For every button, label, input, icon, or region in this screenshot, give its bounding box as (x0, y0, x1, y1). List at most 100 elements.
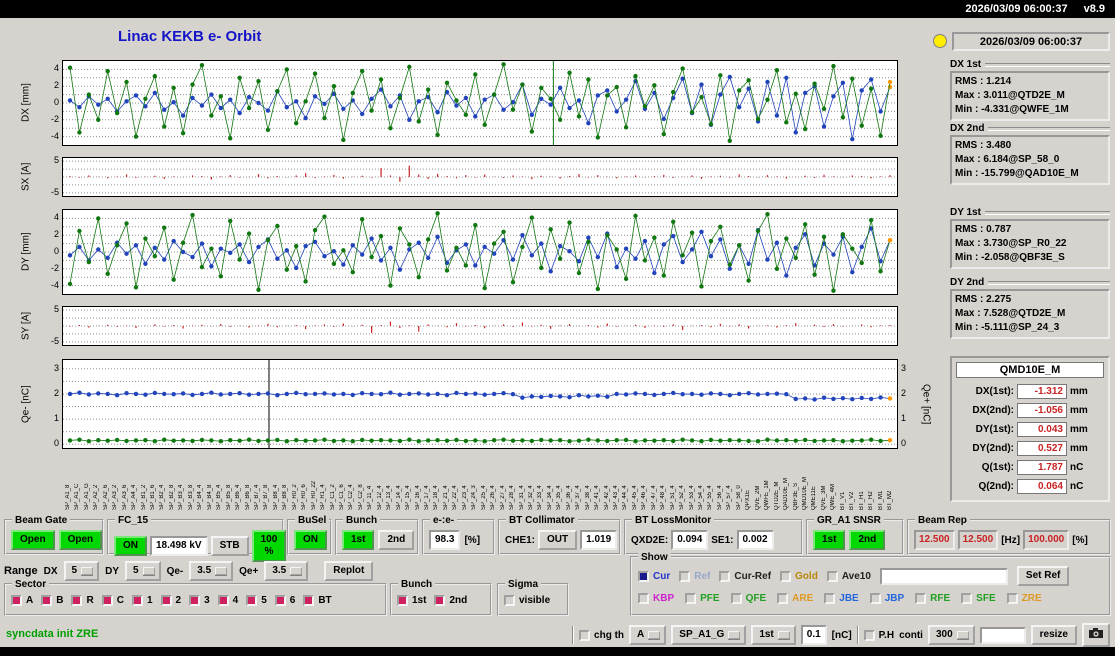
ph-checkbox[interactable]: P.H (863, 629, 894, 641)
dropdown-indicator-icon (777, 631, 790, 639)
monitor-label: DX(1st): (975, 386, 1014, 397)
threshold-group-select[interactable]: A (629, 625, 667, 645)
show-cur-ref-checkbox[interactable]: Cur-Ref (719, 570, 771, 582)
sector-checkbox-a[interactable]: A (11, 595, 33, 606)
sector-checkbox-4[interactable]: 4 (217, 595, 238, 606)
monitor-value: 0.043 (1017, 422, 1067, 437)
range-dx-label: DX (43, 565, 58, 577)
sy-axis-label: SY [A] (20, 311, 32, 341)
stat-title: DX 2nd (950, 123, 985, 134)
show-are-checkbox[interactable]: ARE (777, 593, 813, 604)
show-ave10-checkbox[interactable]: Ave10 (826, 570, 871, 582)
show-zre-checkbox[interactable]: ZRE (1006, 593, 1042, 604)
checkbox-square (1006, 593, 1018, 604)
fc15-stb-button[interactable]: STB (210, 536, 249, 556)
heartbeat-indicator (933, 34, 947, 48)
sigma-visible-checkbox[interactable]: visible (504, 595, 550, 606)
ee-ratio-display: 98.3 (429, 530, 461, 550)
range-dy-select[interactable]: 5 (125, 561, 161, 581)
bt-collimator-title: BT Collimator (506, 514, 578, 527)
set-ref-button[interactable]: Set Ref (1016, 566, 1070, 586)
x-tick-label: SP_C2_4 (348, 484, 355, 510)
sector-checkbox-6[interactable]: 6 (274, 595, 295, 606)
bunch-select[interactable]: 1st (751, 625, 796, 645)
top-bar: 2026/03/09 06:00:37 v8.9 (0, 0, 1115, 18)
x-tick-label: SP_23_4 (461, 485, 468, 510)
x-tick-label: SP_R0_6 (301, 484, 308, 510)
x-tick-label: SP_44_4 (622, 485, 629, 510)
show-sfe-checkbox[interactable]: SFE (961, 593, 996, 604)
range-dx-select[interactable]: 5 (63, 561, 100, 581)
sector-checkbox-b[interactable]: B (41, 595, 63, 606)
fc15-voltage-display: 18.498 kV (150, 536, 208, 556)
x-tick-label: SP_51_4 (669, 485, 676, 510)
checkbox-square (101, 595, 113, 606)
monitor-panel: QMD10E_M DX(1st): -1.312 mm DX(2nd): -1.… (950, 356, 1110, 502)
monitor-row: DY(1st): 0.043 mm (956, 420, 1104, 439)
x-tick-label: BT_M2 (887, 490, 893, 510)
stat-max: Max : 7.528@QTD2E_M (955, 308, 1066, 319)
stat-title: DY 1st (950, 207, 981, 218)
range-row: Range DX 5 DY 5 Qe- 3.5 Qe+ 3.5 Replot (4, 560, 374, 582)
show-qfe-checkbox[interactable]: QFE (730, 593, 766, 604)
checkbox-square (826, 570, 838, 582)
x-tick-label: SP_14_4 (395, 485, 402, 510)
show-gold-checkbox[interactable]: Gold (780, 570, 818, 582)
gr-a1-2nd-button[interactable]: 2nd (849, 530, 886, 550)
bunch-checkbox-1st[interactable]: 1st (397, 595, 426, 606)
replot-button[interactable]: Replot (324, 561, 374, 581)
y-tick-label: -4 (50, 130, 59, 141)
show-kbp-checkbox[interactable]: KBP (638, 593, 674, 604)
sector-checkbox-c[interactable]: C (101, 595, 124, 606)
y-tick-label: 4 (53, 63, 59, 74)
sector-checkbox-3[interactable]: 3 (189, 595, 210, 606)
gr-a1-snsr-title: GR_A1 SNSR (814, 514, 884, 527)
beam-gate-open2-button[interactable]: Open (58, 530, 103, 550)
x-tick-label: SP_48_4 (660, 485, 667, 510)
sector-checkbox-r[interactable]: R (71, 595, 94, 606)
bunch-2nd-button[interactable]: 2nd (378, 530, 415, 550)
busel-on-button[interactable]: ON (294, 530, 327, 550)
x-tick-label: SP_B3_4 (178, 484, 185, 510)
bt-lossmonitor-title: BT LossMonitor (632, 514, 715, 527)
x-tick-label: SP_A1_G (83, 483, 90, 510)
conti-label[interactable]: conti (899, 630, 923, 641)
gr-a1-1st-button[interactable]: 1st (813, 530, 846, 550)
show-pfe-checkbox[interactable]: PFE (685, 593, 720, 604)
sector-checkbox-bt[interactable]: BT (303, 595, 332, 606)
show-jbe-checkbox[interactable]: JBE (824, 593, 859, 604)
show-ref-checkbox[interactable]: Ref (679, 570, 710, 582)
bunch-1st-button[interactable]: 1st (342, 530, 375, 550)
x-tick-label: SP_57_4 (726, 485, 733, 510)
range-qe-minus-select[interactable]: 3.5 (189, 561, 234, 581)
show-jbp-checkbox[interactable]: JBP (869, 593, 904, 604)
show-cur-checkbox[interactable]: Cur (638, 570, 670, 582)
stat-rms: RMS : 3.480 (955, 140, 1012, 151)
fc15-duty-button[interactable]: 100 % (251, 530, 287, 562)
y-tick-label: -4 (50, 279, 59, 290)
che1-out-button[interactable]: OUT (538, 530, 578, 550)
x-tick-label: SP_55_4 (707, 485, 714, 510)
resize-button[interactable]: resize (1030, 625, 1077, 645)
range-qe-plus-select[interactable]: 3.5 (264, 561, 309, 581)
show-rfe-checkbox[interactable]: RFE (915, 593, 950, 604)
snapshot-button[interactable] (1082, 623, 1110, 647)
x-tick-label: SP_38_4 (584, 485, 591, 510)
x-tick-label: SP_A2_2 (93, 484, 100, 510)
y-tick-label: 0 (53, 246, 59, 256)
beam-gate-group: Beam Gate Open Open (4, 514, 104, 555)
beam-gate-open1-button[interactable]: Open (11, 530, 55, 550)
sector-checkbox-2[interactable]: 2 (160, 595, 181, 606)
chg-th-checkbox[interactable]: chg th (579, 629, 624, 641)
ref-file-input[interactable] (879, 567, 1008, 585)
rep-select[interactable]: 300 (927, 625, 975, 645)
monitor-label: Q(1st): (981, 462, 1014, 473)
x-tick-label: SP_12_4 (376, 485, 383, 510)
bunch-checkbox-2nd[interactable]: 2nd (434, 595, 467, 606)
monitor-value: 1.787 (1017, 460, 1067, 475)
sector-checkbox-5[interactable]: 5 (246, 595, 267, 606)
aux-input[interactable] (979, 626, 1026, 644)
y-tick-label: -5 (50, 335, 59, 346)
monitor-name-select[interactable]: SP_A1_G (671, 625, 747, 645)
fc15-on-button[interactable]: ON (114, 536, 147, 556)
